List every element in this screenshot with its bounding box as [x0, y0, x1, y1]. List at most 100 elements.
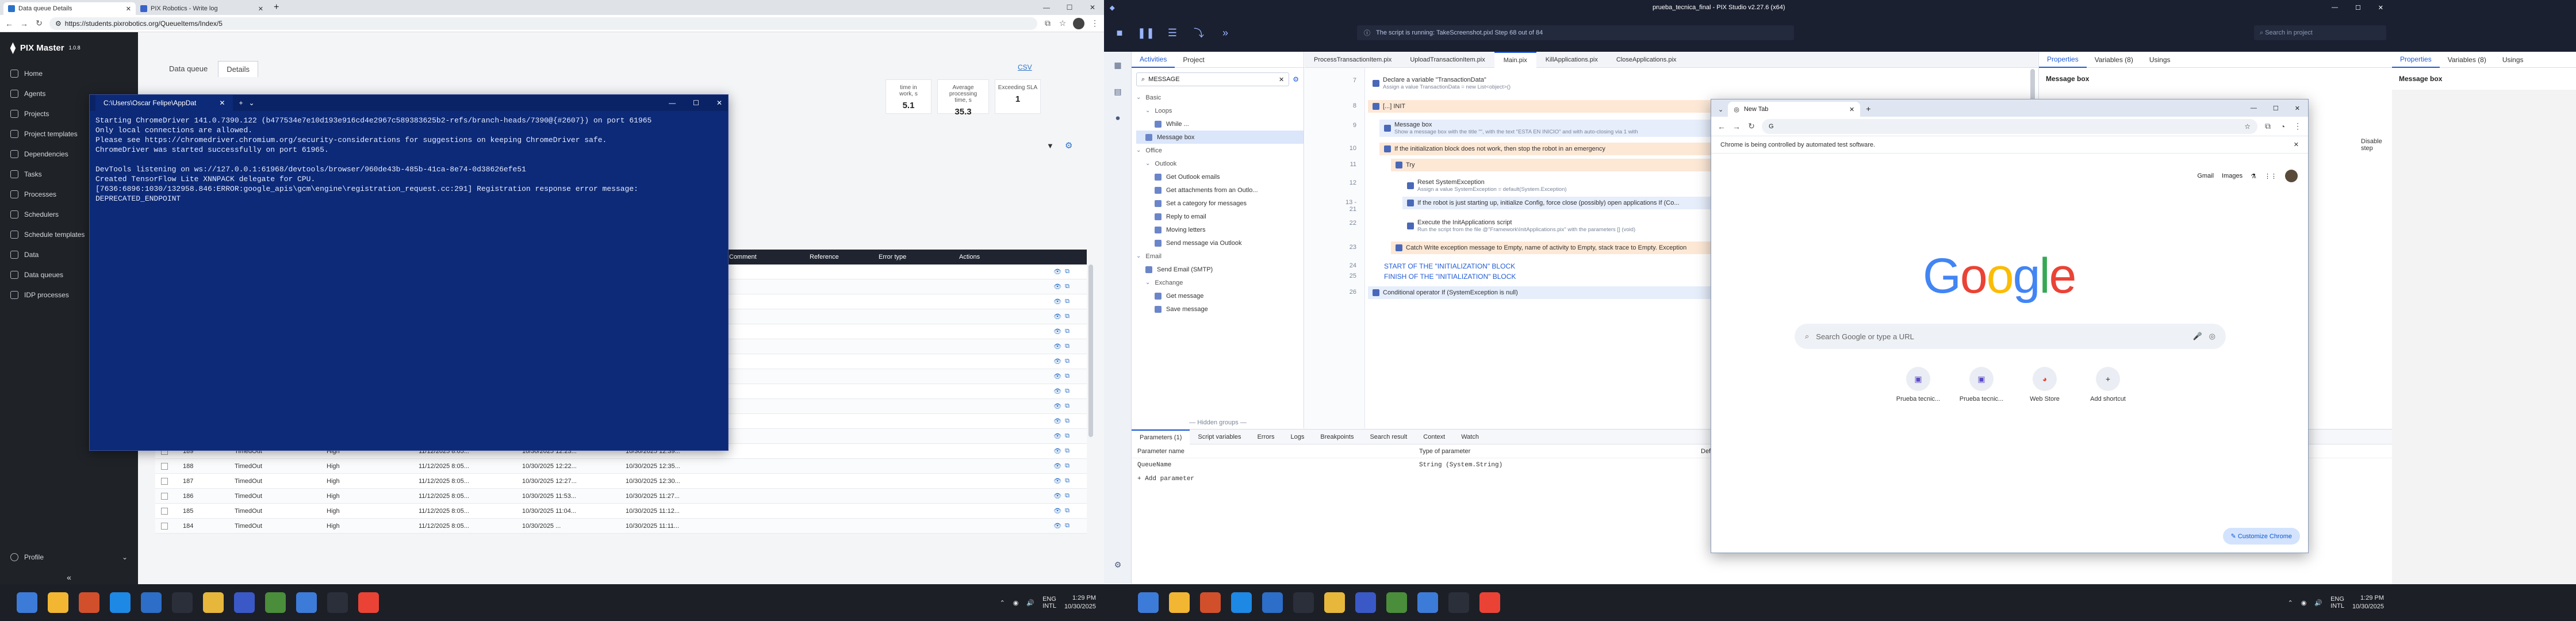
avatar[interactable]	[1073, 17, 1084, 29]
lens-icon[interactable]: ◎	[2209, 332, 2215, 341]
close-icon[interactable]: ✕	[219, 99, 225, 107]
view-icon[interactable]: 👁	[1053, 313, 1061, 320]
minimize-icon[interactable]: —	[1035, 0, 1058, 15]
close-window-icon[interactable]: ✕	[1081, 0, 1104, 15]
shortcut-tile[interactable]: ▣ Prueba tecnic...	[1895, 367, 1941, 402]
file-explorer-icon[interactable]	[110, 592, 131, 613]
taskmgr-icon[interactable]	[327, 592, 348, 613]
step-over-icon[interactable]: »	[1216, 23, 1235, 43]
site-info-icon[interactable]: ⚙	[55, 20, 62, 28]
explorer-folder-icon[interactable]	[234, 592, 255, 613]
copy-icon[interactable]: ⧉	[1065, 432, 1070, 440]
shortcut-tile[interactable]: ▣ Prueba tecnic...	[1958, 367, 2004, 402]
tab-search-icon[interactable]: ⌄	[1716, 106, 1726, 117]
apps-grid-icon[interactable]: ⋮⋮	[2264, 172, 2277, 180]
back-icon[interactable]: ←	[5, 19, 14, 28]
copy-icon[interactable]: ⧉	[1065, 298, 1070, 305]
props-tab[interactable]: Properties	[2392, 52, 2440, 68]
reload-icon[interactable]: ↻	[1747, 121, 1756, 131]
omnibox-input[interactable]: G ☆	[1762, 118, 2257, 134]
vscode-icon[interactable]	[141, 592, 162, 613]
start-icon[interactable]	[17, 592, 37, 613]
new-tab-icon[interactable]: +	[268, 2, 285, 15]
clock[interactable]: 1:29 PM 10/30/2025	[2352, 594, 2384, 611]
list-icon[interactable]: ☰	[1163, 23, 1182, 43]
add-shortcut-button[interactable]: + Add shortcut	[2085, 367, 2131, 402]
close-icon[interactable]: ✕	[2294, 141, 2299, 148]
activity-group[interactable]: ⌄ Office	[1136, 144, 1304, 157]
column-header[interactable]: Error type	[874, 254, 954, 260]
copy-icon[interactable]: ⧉	[1065, 522, 1070, 530]
pause-icon[interactable]: ❚❚	[1136, 23, 1156, 43]
activity-group[interactable]: ⌄ Outlook	[1136, 157, 1304, 170]
view-icon[interactable]: 👁	[1053, 358, 1061, 365]
row-checkbox[interactable]	[161, 492, 168, 500]
editor-tab[interactable]: UploadTransactionItem.pix	[1401, 52, 1494, 68]
copy-icon[interactable]: ⧉	[1065, 447, 1070, 455]
maximize-icon[interactable]: ☐	[1058, 0, 1081, 15]
tab-activities[interactable]: Activities	[1132, 52, 1175, 68]
reload-icon[interactable]: ↻	[34, 18, 44, 28]
maximize-icon[interactable]: ☐	[693, 99, 699, 107]
view-icon[interactable]: 👁	[1053, 283, 1061, 290]
chevron-up-icon[interactable]: ⌃	[1000, 599, 1005, 607]
images-link[interactable]: Images	[2222, 172, 2242, 179]
volume-icon[interactable]: 🔊	[2314, 599, 2322, 607]
view-icon[interactable]: 👁	[1053, 343, 1061, 350]
view-icon[interactable]: 👁	[1053, 477, 1061, 485]
copy-icon[interactable]: ⧉	[1065, 417, 1070, 425]
copy-icon[interactable]: ⧉	[1065, 388, 1070, 395]
bottom-tab[interactable]: Errors	[1249, 434, 1283, 440]
collapse-icon[interactable]: «	[0, 573, 138, 582]
activity-item[interactable]: Get message	[1136, 289, 1304, 302]
column-header[interactable]: Actions	[954, 254, 1023, 260]
row-checkbox[interactable]	[161, 462, 168, 470]
bottom-tab[interactable]: Context	[1415, 434, 1453, 440]
terminal-icon[interactable]	[1417, 592, 1438, 613]
activity-item[interactable]: Reply to email	[1136, 210, 1304, 223]
table-row[interactable]: 187 TimedOut High 11/12/2025 8:05... 10/30/2…	[155, 474, 1087, 489]
back-icon[interactable]: ←	[1717, 122, 1726, 131]
customize-chrome-button[interactable]: ✎ Customize Chrome	[2222, 528, 2300, 545]
close-icon[interactable]: ✕	[1849, 106, 1854, 113]
explorer-folder-icon[interactable]	[1355, 592, 1376, 613]
tab-data-queue[interactable]: Data queue	[161, 61, 216, 77]
labs-icon[interactable]: ⚗	[2251, 172, 2256, 180]
copy-icon[interactable]: ⧉	[1065, 328, 1070, 335]
bottom-tab[interactable]: Parameters (1)	[1132, 429, 1190, 444]
props-tab[interactable]: Variables (8)	[2440, 56, 2494, 64]
search-icon[interactable]	[48, 592, 68, 613]
network-icon[interactable]: ◉	[1013, 599, 1019, 607]
view-icon[interactable]: 👁	[1053, 447, 1061, 455]
chrome-icon[interactable]	[203, 592, 224, 613]
csv-link[interactable]: CSV	[1018, 63, 1032, 71]
volume-icon[interactable]: 🔊	[1026, 599, 1034, 607]
props-tab[interactable]: Usings	[2494, 56, 2532, 64]
forward-icon[interactable]: →	[20, 19, 29, 28]
view-icon[interactable]: 👁	[1053, 402, 1061, 410]
editor-tab[interactable]: CloseApplications.pix	[1607, 52, 1686, 68]
hidden-groups[interactable]: — Hidden groups —	[1132, 419, 1304, 426]
activity-item[interactable]: Get Outlook emails	[1136, 170, 1304, 183]
activity-item[interactable]: Get attachments from an Outlo...	[1136, 183, 1304, 197]
bottom-tab[interactable]: Breakpoints	[1312, 434, 1362, 440]
minimize-icon[interactable]: —	[669, 99, 676, 107]
pix-studio-icon[interactable]	[265, 592, 286, 613]
props-tab[interactable]: Variables (8)	[2087, 56, 2141, 64]
chrome-active-icon[interactable]	[1479, 592, 1500, 613]
activity-group[interactable]: ⌄ Exchange	[1136, 276, 1304, 289]
copy-icon[interactable]: ⧉	[1065, 462, 1070, 470]
search-input[interactable]: ⌕ Search in project	[2254, 25, 2386, 40]
view-icon[interactable]: 👁	[1053, 298, 1061, 305]
column-header[interactable]: Comment	[724, 254, 805, 260]
extensions-icon[interactable]: ⧉	[2263, 121, 2272, 131]
maximize-icon[interactable]: ☐	[2355, 4, 2361, 12]
view-icon[interactable]: 👁	[1053, 462, 1061, 470]
browser-tab-data-queue[interactable]: Data queue Details ✕	[3, 2, 136, 15]
file-explorer-icon[interactable]	[1231, 592, 1252, 613]
menu-icon[interactable]: ⋮	[2293, 121, 2302, 131]
browser-tab-write-log[interactable]: PIX Robotics - Write log ✕	[136, 2, 268, 15]
gmail-link[interactable]: Gmail	[2197, 172, 2214, 179]
clock[interactable]: 1:29 PM 10/30/2025	[1064, 594, 1096, 611]
network-icon[interactable]: ◉	[2301, 599, 2307, 607]
